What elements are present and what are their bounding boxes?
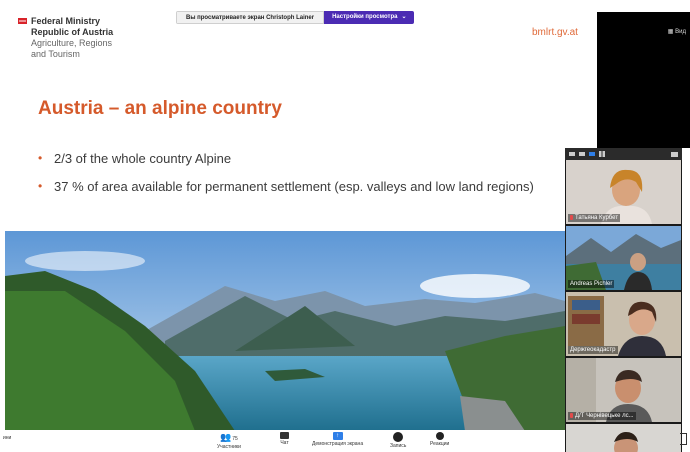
share-screen-button[interactable]: ↑ Демонстрация экрана [312,432,363,447]
reactions-button[interactable]: Реакции [430,432,449,447]
participants-button[interactable]: 👥75 Участники [217,432,241,450]
gallery-strip-icon[interactable] [589,152,595,156]
alpine-lake-photo [5,231,565,430]
share-banner-message: Вы просматриваете экран Christoph Lainer [176,11,325,24]
ministry-logo: Federal Ministry Republic of Austria Agr… [18,16,113,60]
gallery-view-icon[interactable] [599,151,605,157]
video-area-background: ▦ Вид [597,12,690,148]
participant-video [566,424,681,452]
ministry-line-4: and Tourism [31,49,80,59]
ministry-line-3: Agriculture, Regions [31,38,113,48]
participant-tile[interactable]: Татьяна Курбет [566,160,681,224]
reactions-icon [435,432,444,440]
speaker-view-icon[interactable] [579,152,585,156]
minimize-icon[interactable] [569,152,575,156]
participant-tile[interactable]: Держгеокадастр [566,292,681,356]
participant-tile[interactable]: Andreas Pichler [566,226,681,290]
view-options-button[interactable]: Настройки просмотра ⌄ [324,11,415,24]
view-button-label: Вид [675,29,686,35]
chevron-down-icon: ⌄ [401,14,407,20]
participants-count: 75 [232,436,238,442]
mic-muted-icon [570,214,573,220]
participant-tile[interactable] [566,424,681,452]
chat-button[interactable]: Чат [280,432,289,446]
share-screen-icon: ↑ [332,432,343,440]
austrian-flag-icon [18,18,27,24]
view-button[interactable]: ▦ Вид [668,28,686,35]
view-options-label: Настройки просмотра [332,14,398,20]
share-screen-label: Демонстрация экрана [312,441,364,447]
bullet-icon: • [38,179,43,193]
slide-title: Austria – an alpine country [38,98,282,119]
bullet-list: • 2/3 of the whole country Alpine • 37 % o… [38,149,558,205]
chat-label: Чат [280,440,289,446]
participants-icon: 👥 [220,432,232,442]
grid-icon: ▦ [667,29,674,35]
participant-name: Держгеокадастр [568,346,618,354]
record-label: Запись [390,443,407,449]
record-icon [393,432,404,442]
shared-screen: Federal Ministry Republic of Austria Agr… [0,0,597,430]
record-button[interactable]: Запись [390,432,406,449]
chat-icon [280,432,289,439]
participants-video-panel: Татьяна Курбет Andreas Pichler Держгеока… [565,148,682,452]
reactions-label: Реакции [430,441,450,447]
ministry-line-1: Federal Ministry [31,16,101,26]
participant-name: Татьяна Курбет [568,214,621,222]
participant-tile[interactable]: Д/Т Чернівецьке лс... [566,358,681,422]
participants-label: Участники [217,444,241,450]
panel-controls [565,148,682,160]
expand-icon[interactable] [671,151,678,157]
bullet-icon: • [38,151,43,165]
mic-muted-icon [570,412,573,418]
meeting-toolbar: ини 👥75 Участники Чат ↑ Демонстрация экр… [0,430,565,452]
slide-domain: bmlrt.gv.at [532,27,578,38]
screen-share-banner: Вы просматриваете экран Christoph Lainer… [176,11,415,24]
participant-name: Д/Т Чернівецьке лс... [568,412,636,420]
bracket-icon [680,433,687,445]
toolbar-left-text: ини [3,435,12,441]
participant-name: Andreas Pichler [568,280,615,288]
ministry-line-2: Republic of Austria [31,27,114,37]
bullet-item: • 2/3 of the whole country Alpine [38,151,232,166]
bullet-item: • 37 % of area available for permanent se… [38,179,534,194]
